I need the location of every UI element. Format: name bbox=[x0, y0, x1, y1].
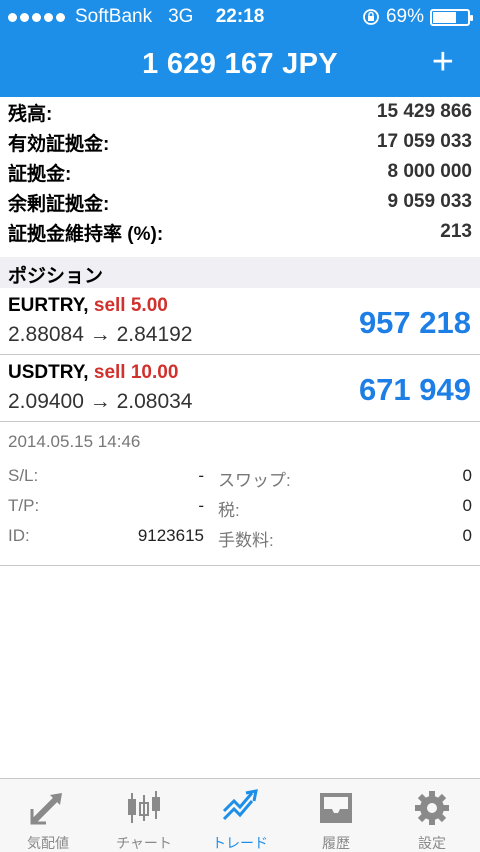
tab-label: チャート bbox=[116, 835, 172, 851]
account-balance: 1 629 167 JPY bbox=[142, 48, 338, 80]
summary-value: 213 bbox=[440, 221, 472, 242]
orientation-lock-icon bbox=[363, 9, 379, 25]
position-prices: 2.09400 → 2.08034 bbox=[8, 390, 193, 413]
summary-row-balance: 残高: 15 429 866 bbox=[0, 97, 480, 127]
detail-row-sl: S/L: - スワップ: 0 bbox=[0, 466, 480, 496]
summary-value: 9 059 033 bbox=[387, 191, 472, 212]
symbol-text: USDTRY, bbox=[8, 362, 89, 383]
position-profit: 957 218 bbox=[358, 305, 471, 340]
tab-label: トレード bbox=[212, 835, 268, 851]
detail-value: 0 bbox=[462, 466, 472, 485]
summary-row-margin: 証拠金: 8 000 000 bbox=[0, 157, 480, 187]
account-summary: 残高: 15 429 866 有効証拠金: 17 059 033 証拠金: 8 000… bbox=[0, 97, 480, 247]
position-detail: 2014.05.15 14:46 S/L: - スワップ: 0 T/P: - 税… bbox=[0, 424, 480, 566]
trade-icon bbox=[222, 789, 258, 821]
summary-label: 有効証拠金: bbox=[8, 133, 110, 155]
history-icon bbox=[320, 793, 352, 823]
detail-row-tp: T/P: - 税: 0 bbox=[0, 496, 480, 526]
detail-label: 税: bbox=[218, 501, 240, 520]
detail-value: - bbox=[198, 466, 204, 485]
position-action: sell 10.00 bbox=[93, 362, 179, 383]
position-row-usdtry[interactable]: USDTRY, sell 10.00 2.09400 → 2.08034 671… bbox=[0, 356, 480, 422]
battery-icon bbox=[430, 8, 473, 26]
position-open-date: 2014.05.15 14:46 bbox=[8, 432, 141, 451]
quotes-icon bbox=[30, 793, 62, 825]
tab-bar: 気配値 チャート トレード 履歴 設定 bbox=[0, 778, 480, 852]
status-bar: SoftBank 3G 22:18 69% bbox=[0, 0, 480, 32]
detail-row-id: ID: 9123615 手数料: 0 bbox=[0, 526, 480, 556]
tab-label: 設定 bbox=[418, 835, 446, 851]
position-symbol: USDTRY, sell 10.00 bbox=[8, 362, 178, 384]
detail-label: S/L: bbox=[8, 466, 39, 485]
positions-section-header: ポジション bbox=[0, 257, 480, 288]
position-row-eurtry[interactable]: EURTRY, sell 5.00 2.88084 → 2.84192 957 … bbox=[0, 289, 480, 355]
detail-label: ID: bbox=[8, 526, 30, 545]
position-profit: 671 949 bbox=[358, 372, 471, 407]
position-action: sell 5.00 bbox=[93, 295, 168, 316]
summary-label: 余剰証拠金: bbox=[8, 193, 110, 215]
detail-label: 手数料: bbox=[218, 531, 274, 550]
tab-trade[interactable]: トレード bbox=[192, 779, 288, 852]
tab-chart[interactable]: チャート bbox=[96, 779, 192, 852]
new-order-button[interactable]: + bbox=[432, 43, 454, 81]
position-prices: 2.88084 → 2.84192 bbox=[8, 323, 193, 346]
summary-row-equity: 有効証拠金: 17 059 033 bbox=[0, 127, 480, 157]
tab-label: 気配値 bbox=[27, 835, 69, 851]
detail-label: スワップ: bbox=[218, 471, 291, 490]
detail-value: 0 bbox=[462, 526, 472, 545]
summary-value: 17 059 033 bbox=[376, 131, 472, 152]
summary-row-free-margin: 余剰証拠金: 9 059 033 bbox=[0, 187, 480, 217]
detail-label: T/P: bbox=[8, 496, 40, 515]
summary-label: 証拠金: bbox=[8, 163, 72, 185]
summary-label: 残高: bbox=[8, 103, 53, 125]
tab-settings[interactable]: 設定 bbox=[384, 779, 480, 852]
settings-icon bbox=[415, 791, 449, 825]
chart-icon bbox=[128, 791, 160, 823]
header: SoftBank 3G 22:18 69% 1 629 167 JPY + bbox=[0, 0, 480, 97]
summary-value: 8 000 000 bbox=[387, 161, 472, 182]
tab-quotes[interactable]: 気配値 bbox=[0, 779, 96, 852]
detail-value: 0 bbox=[462, 496, 472, 515]
summary-label: 証拠金維持率 (%): bbox=[8, 223, 164, 245]
tab-history[interactable]: 履歴 bbox=[288, 779, 384, 852]
symbol-text: EURTRY, bbox=[8, 295, 89, 316]
summary-value: 15 429 866 bbox=[376, 101, 472, 122]
detail-value: - bbox=[198, 496, 204, 515]
tab-label: 履歴 bbox=[322, 835, 350, 851]
summary-row-margin-level: 証拠金維持率 (%): 213 bbox=[0, 217, 480, 247]
position-symbol: EURTRY, sell 5.00 bbox=[8, 295, 168, 317]
battery-percent: 69% bbox=[385, 6, 424, 27]
detail-value: 9123615 bbox=[137, 526, 204, 545]
